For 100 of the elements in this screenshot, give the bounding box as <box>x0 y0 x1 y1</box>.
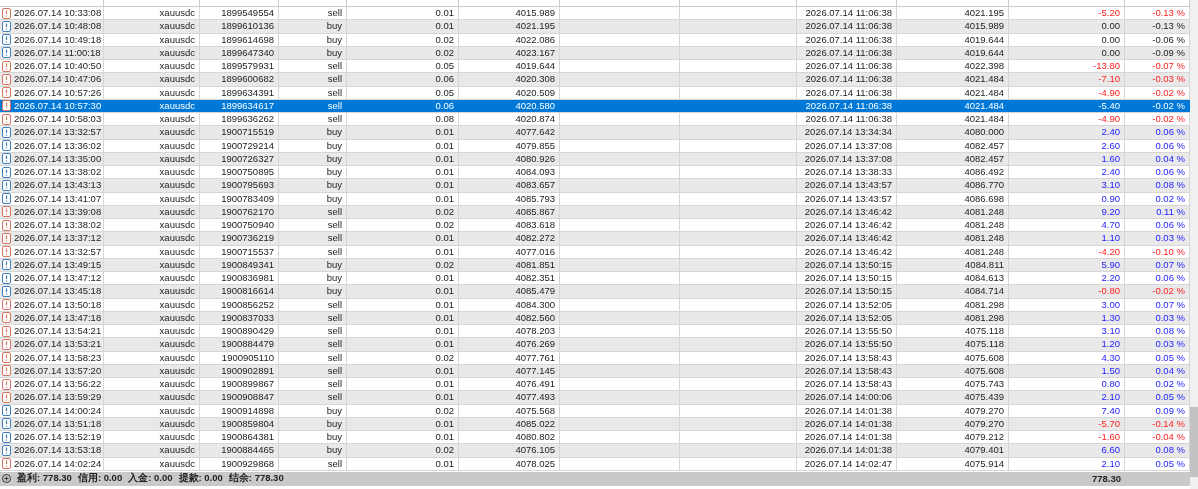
table-cell: 0.01 <box>435 20 454 33</box>
sell-order-icon <box>2 299 11 311</box>
table-cell: -0.02 % <box>1152 285 1185 298</box>
table-cell: -5.20 <box>1098 7 1120 20</box>
buy-order-icon <box>2 418 11 430</box>
table-row[interactable]: 2026.07.14 10:33:08 xauusdc 1899549554 sell 0.01 4015.989 2026.07.14 11:06:38 4021.195 -5.20 -0.13 % <box>0 7 1190 21</box>
table-row[interactable]: 2026.07.14 10:47:06 xauusdc 1899600682 sell 0.06 4020.308 2026.07.14 11:06:38 4021.484 -7.10 -0.03 % <box>0 73 1190 87</box>
table-cell: 4023.167 <box>515 46 555 59</box>
table-cell: 2026.07.14 14:01:38 <box>804 431 892 444</box>
table-cell: buy <box>326 192 342 205</box>
table-row[interactable]: 2026.07.14 13:53:18 xauusdc 1900884465 buy 0.02 4076.105 2026.07.14 14:01:38 4079.401 6.60 0.08 % <box>0 444 1190 458</box>
table-cell: 4075.914 <box>964 457 1004 470</box>
table-row[interactable]: 2026.07.14 13:43:13 xauusdc 1900795693 buy 0.01 4083.657 2026.07.14 13:43:57 4086.770 3.10 0.08 % <box>0 179 1190 193</box>
table-cell: 0.02 <box>435 444 454 457</box>
table-cell: buy <box>326 417 342 430</box>
table-cell: 0.01 <box>435 325 454 338</box>
sell-order-icon <box>2 113 11 125</box>
table-row[interactable]: 2026.07.14 13:47:12 xauusdc 1900836981 buy 0.01 4082.351 2026.07.14 13:50:15 4084.613 2.20 0.06 % <box>0 272 1190 286</box>
table-cell: 4019.644 <box>964 46 1004 59</box>
table-cell: 2026.07.14 13:34:34 <box>804 126 892 139</box>
table-cell: xauusdc <box>159 99 195 112</box>
table-cell: xauusdc <box>159 20 195 33</box>
table-cell: 1.30 <box>1101 311 1120 324</box>
table-row[interactable]: 2026.07.14 13:37:12 xauusdc 1900736219 sell 0.01 4082.272 2026.07.14 13:46:42 4081.248 1.10 0.03 % <box>0 232 1190 246</box>
table-cell: 4075.568 <box>515 404 555 417</box>
scrollbar[interactable] <box>1190 0 1198 489</box>
table-cell: xauusdc <box>159 298 195 311</box>
table-cell: xauusdc <box>159 258 195 271</box>
table-cell: 4076.105 <box>515 444 555 457</box>
buy-order-icon <box>2 193 11 205</box>
table-row[interactable]: 2026.07.14 13:32:57 xauusdc 1900715519 buy 0.01 4077.642 2026.07.14 13:34:34 4080.000 2.40 0.06 % <box>0 126 1190 140</box>
table-cell: xauusdc <box>159 113 195 126</box>
table-cell: 0.01 <box>435 378 454 391</box>
table-row[interactable]: 2026.07.14 10:58:03 xauusdc 1899636262 sell 0.08 4020.874 2026.07.14 11:06:38 4021.484 -4.90 -0.02 % <box>0 113 1190 127</box>
buy-order-icon <box>2 405 11 417</box>
table-row[interactable]: 2026.07.14 13:45:18 xauusdc 1900816614 buy 0.01 4085.479 2026.07.14 13:50:15 4084.714 -0.80 -0.02 % <box>0 285 1190 299</box>
table-cell: 4084.714 <box>964 285 1004 298</box>
table-cell: sell <box>327 205 342 218</box>
table-row[interactable]: 2026.07.14 10:48:08 xauusdc 1899610136 buy 0.01 4021.195 2026.07.14 11:06:38 4015.989 0.00 -0.13 % <box>0 20 1190 34</box>
table-cell: -0.13 % <box>1152 20 1185 33</box>
table-cell: 2026.07.14 11:06:38 <box>805 46 892 59</box>
sell-order-icon <box>2 312 11 324</box>
table-cell: 0.01 <box>435 272 454 285</box>
table-cell: xauusdc <box>159 325 195 338</box>
table-cell: 4077.145 <box>515 364 555 377</box>
sell-order-icon <box>2 352 11 364</box>
table-cell: 2.60 <box>1101 139 1120 152</box>
table-cell: 0.01 <box>435 232 454 245</box>
table-cell: 1.20 <box>1101 338 1120 351</box>
table-cell: -4.20 <box>1098 245 1120 258</box>
table-cell: -4.90 <box>1098 86 1120 99</box>
table-row[interactable]: 2026.07.14 13:53:21 xauusdc 1900884479 sell 0.01 4076.269 2026.07.14 13:55:50 4075.118 1.20 0.03 % <box>0 338 1190 352</box>
table-cell: 0.03 % <box>1155 311 1185 324</box>
table-row[interactable]: 2026.07.14 13:52:19 xauusdc 1900864381 buy 0.01 4080.802 2026.07.14 14:01:38 4079.212 -1.60 -0.04 % <box>0 431 1190 445</box>
table-cell: 2026.07.14 14:01:38 <box>804 417 892 430</box>
table-cell: 4.70 <box>1101 219 1120 232</box>
table-cell: -0.10 % <box>1152 245 1185 258</box>
table-cell: 2026.07.14 13:43:13 <box>14 179 102 192</box>
table-cell: 2026.07.14 13:43:57 <box>804 192 892 205</box>
table-cell: 2026.07.14 13:50:15 <box>804 258 892 271</box>
table-cell: 2026.07.14 10:47:06 <box>14 73 102 86</box>
table-cell: 4083.618 <box>515 219 555 232</box>
sell-order-icon <box>2 391 11 403</box>
table-cell: sell <box>327 219 342 232</box>
table-row[interactable]: 2026.07.14 13:38:02 xauusdc 1900750940 sell 0.02 4083.618 2026.07.14 13:46:42 4081.248 4.70 0.06 % <box>0 219 1190 233</box>
table-cell: 4084.300 <box>515 298 555 311</box>
buy-order-icon <box>2 166 11 178</box>
table-cell: 2026.07.14 13:52:05 <box>804 298 892 311</box>
table-cell: 0.08 % <box>1155 179 1185 192</box>
table-cell: 0.01 <box>435 245 454 258</box>
table-cell: 0.01 <box>435 7 454 20</box>
buy-order-icon <box>2 20 11 32</box>
table-row[interactable]: 2026.07.14 10:40:50 xauusdc 1899579931 sell 0.05 4019.644 2026.07.14 11:06:38 4022.398 -13.80 -0.07 % <box>0 60 1190 74</box>
table-cell: 2026.07.14 11:06:38 <box>805 60 892 73</box>
table-row[interactable]: 2026.07.14 13:54:21 xauusdc 1900890429 sell 0.01 4078.203 2026.07.14 13:55:50 4075.118 3.10 0.08 % <box>0 325 1190 339</box>
table-cell: 4021.484 <box>964 99 1004 112</box>
table-cell: 4019.644 <box>964 33 1004 46</box>
table-cell: buy <box>326 126 342 139</box>
table-cell: 4021.484 <box>964 113 1004 126</box>
sell-order-icon <box>2 87 11 99</box>
table-cell: 2026.07.14 13:38:02 <box>14 219 102 232</box>
table-cell: 0.01 <box>435 126 454 139</box>
table-cell: 0.01 <box>435 338 454 351</box>
table-cell: 2026.07.14 11:06:38 <box>805 33 892 46</box>
table-row[interactable]: 2026.07.14 13:56:22 xauusdc 1900899867 sell 0.01 4076.491 2026.07.14 13:58:43 4075.743 0.80 0.02 % <box>0 378 1190 392</box>
table-cell: sell <box>327 232 342 245</box>
table-cell: 2026.07.14 10:49:18 <box>14 33 102 46</box>
table-cell: 4079.270 <box>964 417 1004 430</box>
table-cell: 4084.093 <box>515 166 555 179</box>
scrollbar-thumb[interactable] <box>1190 407 1198 477</box>
table-cell: 0.90 <box>1101 192 1120 205</box>
table-cell: 4077.761 <box>515 351 555 364</box>
table-row[interactable]: 2026.07.14 13:59:29 xauusdc 1900908847 sell 0.01 4077.493 2026.07.14 14:00:06 4075.439 2.10 0.05 % <box>0 391 1190 405</box>
expand-icon[interactable] <box>2 474 11 484</box>
table-cell: 2026.07.14 13:49:15 <box>14 258 102 271</box>
table-cell: 2.10 <box>1101 391 1120 404</box>
table-cell: buy <box>326 20 342 33</box>
table-cell: 2026.07.14 13:50:18 <box>14 298 102 311</box>
table-cell: 4076.491 <box>515 378 555 391</box>
table-row[interactable]: 2026.07.14 13:38:02 xauusdc 1900750895 buy 0.01 4084.093 2026.07.14 13:38:33 4086.492 2.40 0.06 % <box>0 166 1190 180</box>
